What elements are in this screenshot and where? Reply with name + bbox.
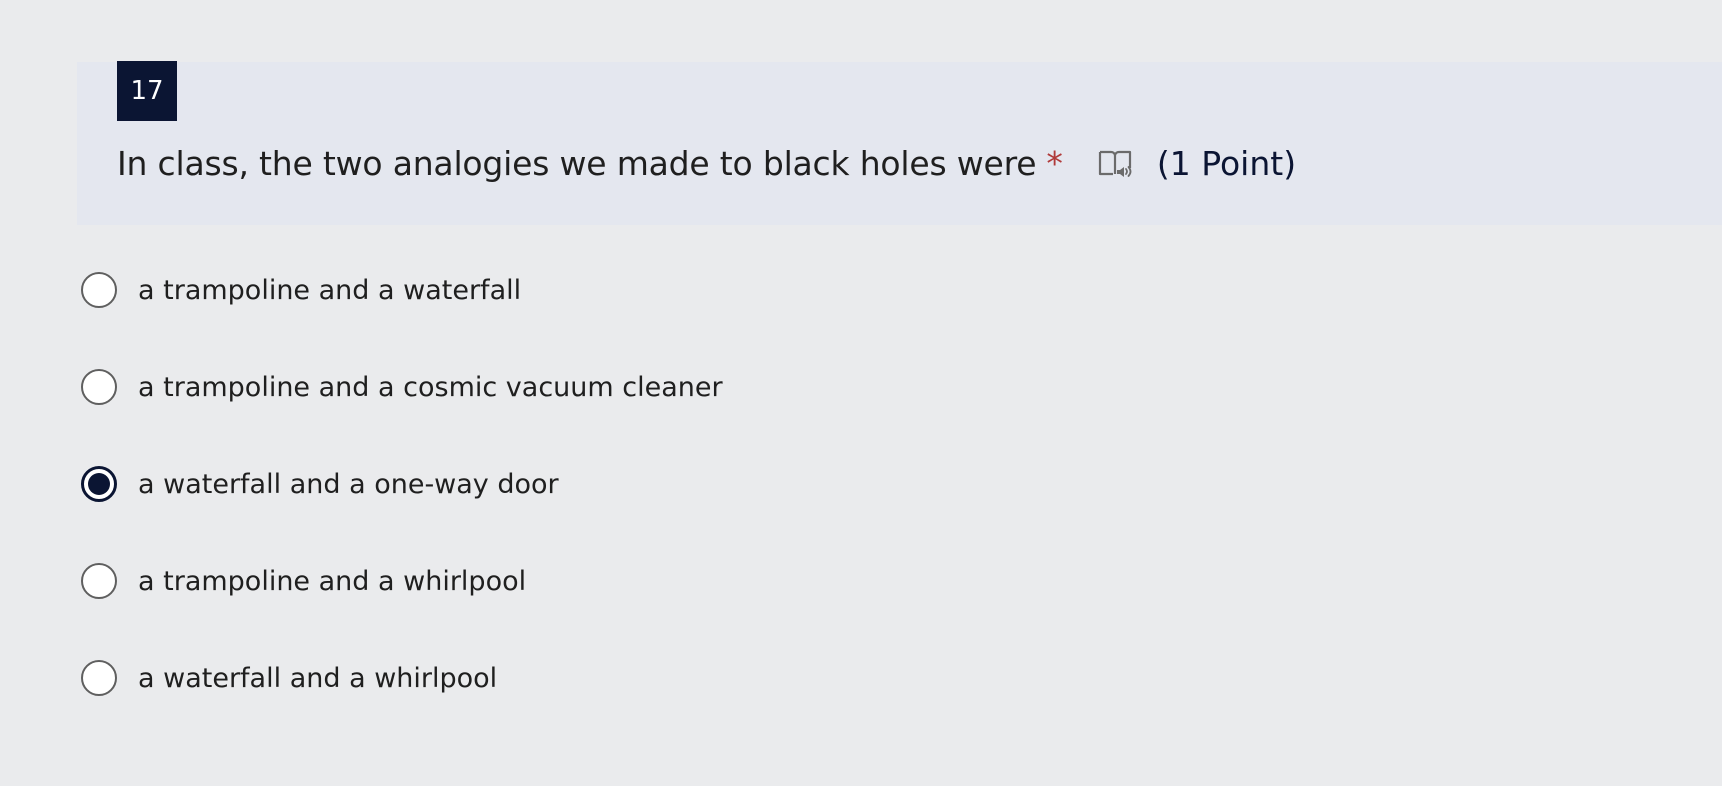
question-number-badge: 17 bbox=[117, 61, 177, 121]
answer-option[interactable]: a trampoline and a waterfall bbox=[81, 270, 723, 310]
radio-button[interactable] bbox=[81, 563, 117, 599]
answer-option[interactable]: a waterfall and a whirlpool bbox=[81, 658, 723, 698]
immersive-reader-icon[interactable] bbox=[1097, 145, 1133, 181]
answer-option[interactable]: a waterfall and a one-way door bbox=[81, 464, 723, 504]
question-points: (1 Point) bbox=[1156, 143, 1297, 183]
radio-button[interactable] bbox=[81, 466, 117, 502]
radio-button[interactable] bbox=[81, 660, 117, 696]
radio-button[interactable] bbox=[81, 369, 117, 405]
answer-options: a trampoline and a waterfall a trampolin… bbox=[81, 270, 723, 755]
radio-button[interactable] bbox=[81, 272, 117, 308]
option-label: a waterfall and a one-way door bbox=[138, 468, 559, 500]
option-label: a trampoline and a whirlpool bbox=[138, 565, 527, 597]
answer-option[interactable]: a trampoline and a whirlpool bbox=[81, 561, 723, 601]
option-label: a waterfall and a whirlpool bbox=[138, 662, 498, 694]
question-title-row: In class, the two analogies we made to b… bbox=[117, 140, 1296, 186]
option-label: a trampoline and a cosmic vacuum cleaner bbox=[138, 371, 723, 403]
question-text: In class, the two analogies we made to b… bbox=[117, 143, 1037, 183]
required-asterisk: * bbox=[1046, 143, 1063, 183]
answer-option[interactable]: a trampoline and a cosmic vacuum cleaner bbox=[81, 367, 723, 407]
option-label: a trampoline and a waterfall bbox=[138, 274, 522, 306]
